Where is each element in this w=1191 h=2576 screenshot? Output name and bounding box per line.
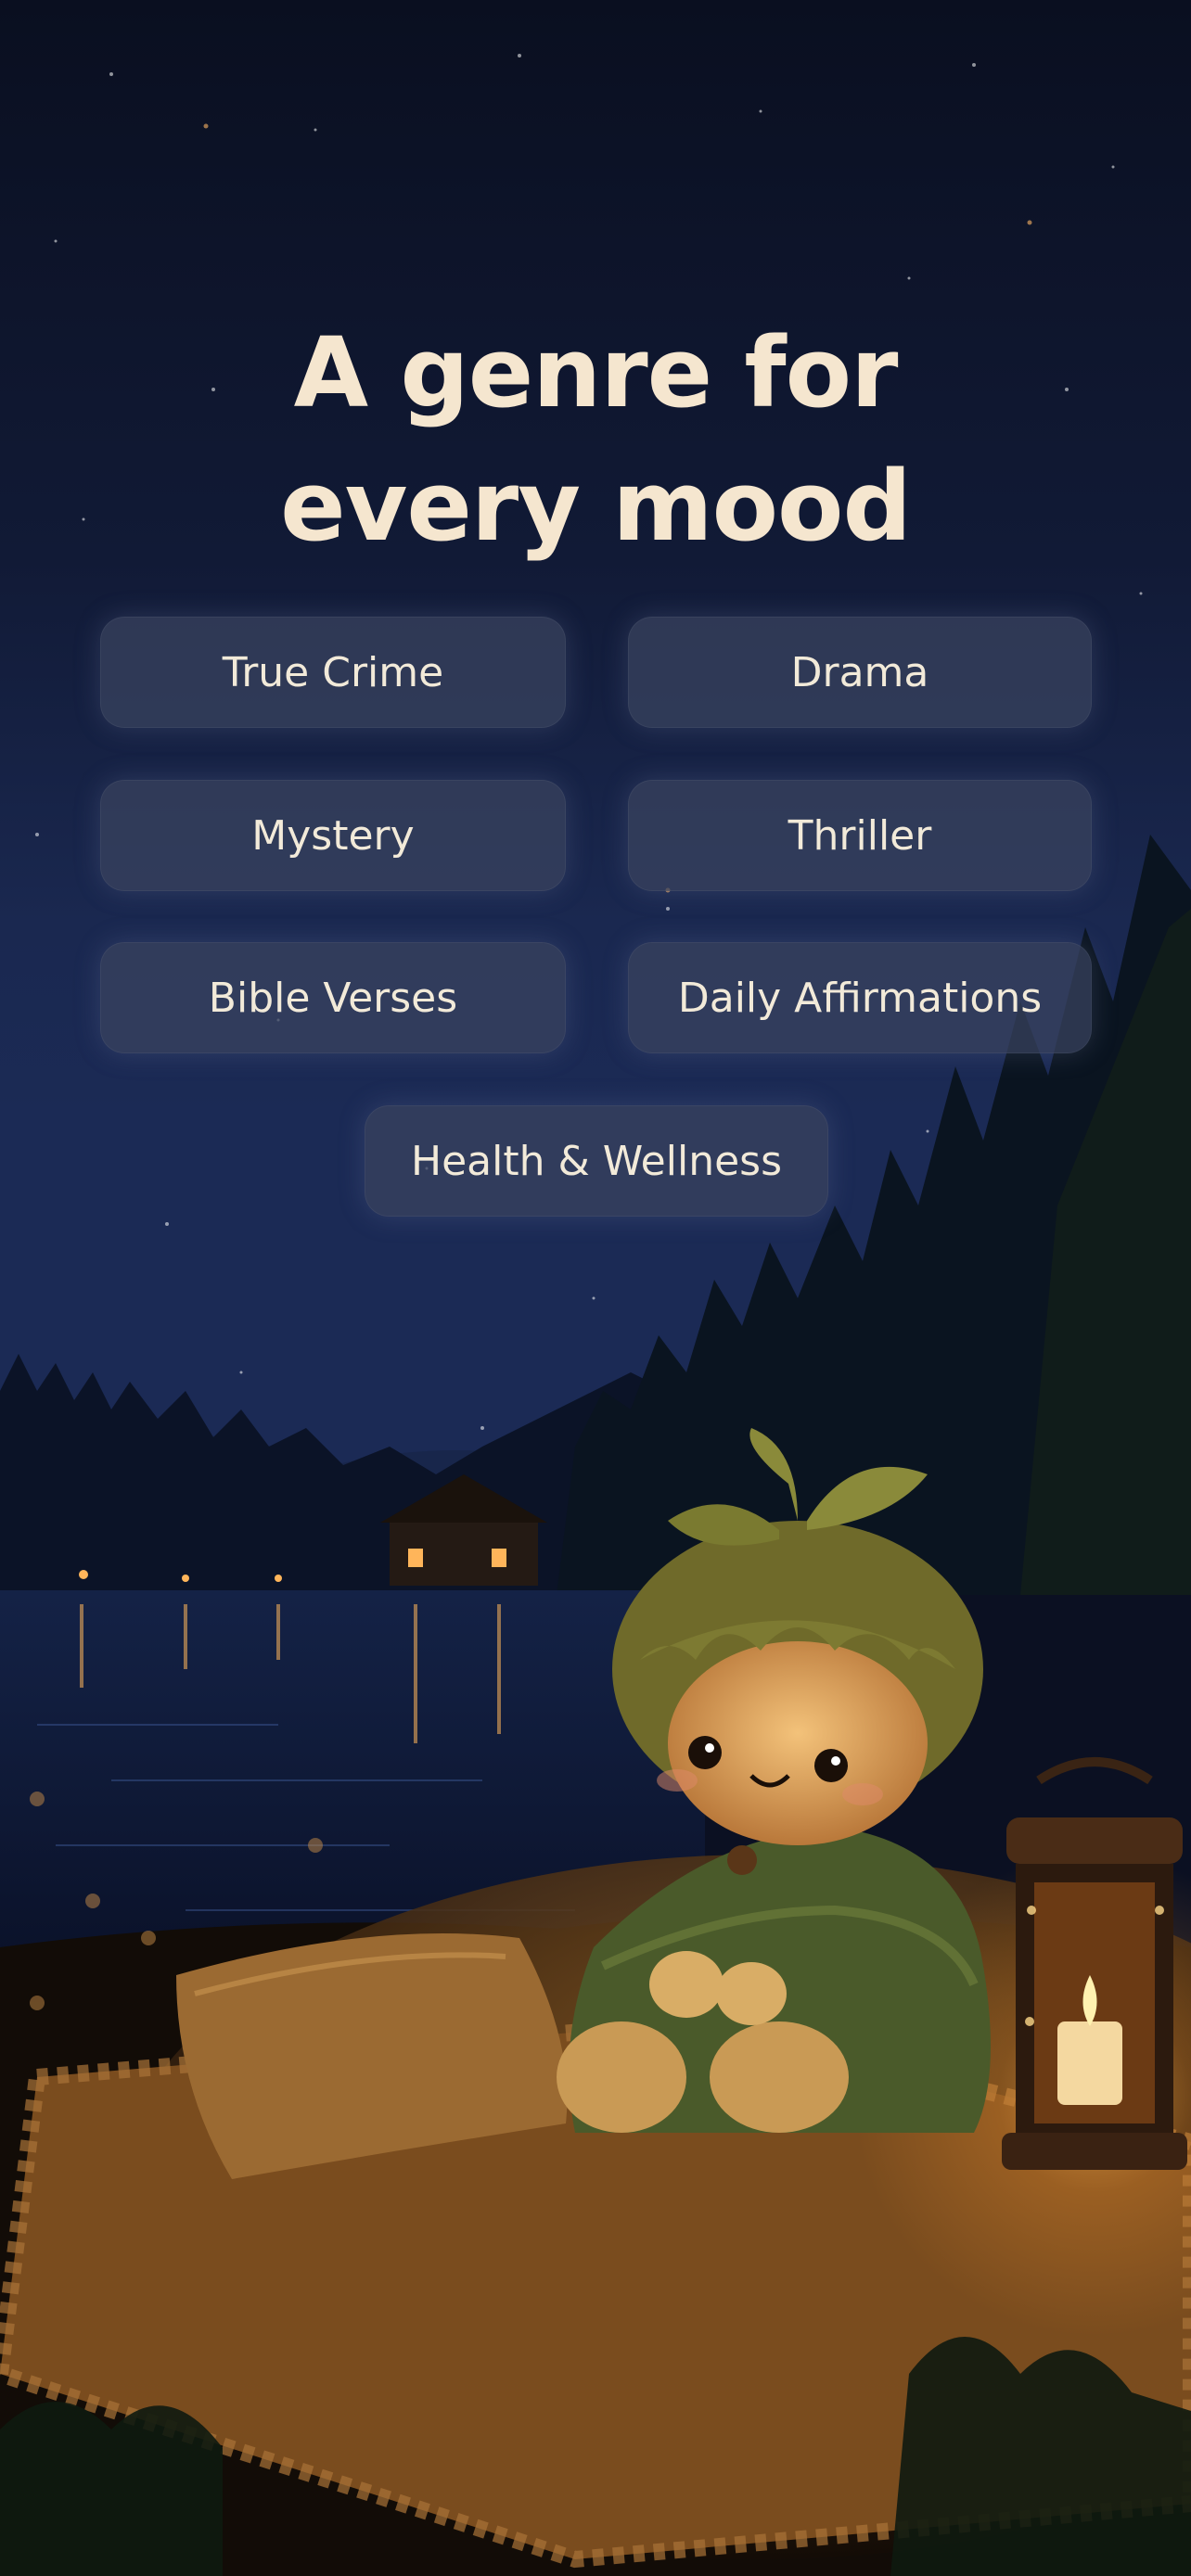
genre-chip-mystery[interactable]: Mystery xyxy=(100,780,566,891)
genre-chip-daily-affirmations[interactable]: Daily Affirmations xyxy=(628,942,1092,1053)
genre-chip-bible-verses[interactable]: Bible Verses xyxy=(100,942,566,1053)
page-title-line-1: A genre for xyxy=(293,316,899,429)
lantern-illustration xyxy=(1002,1757,1187,2170)
page-title-line-2: every mood xyxy=(280,450,912,563)
genre-chip-drama[interactable]: Drama xyxy=(628,617,1092,728)
genre-chip-health-wellness[interactable]: Health & Wellness xyxy=(365,1105,828,1217)
genre-chip-true-crime[interactable]: True Crime xyxy=(100,617,566,728)
page-title: A genre for every mood xyxy=(0,306,1191,573)
genre-chip-thriller[interactable]: Thriller xyxy=(628,780,1092,891)
